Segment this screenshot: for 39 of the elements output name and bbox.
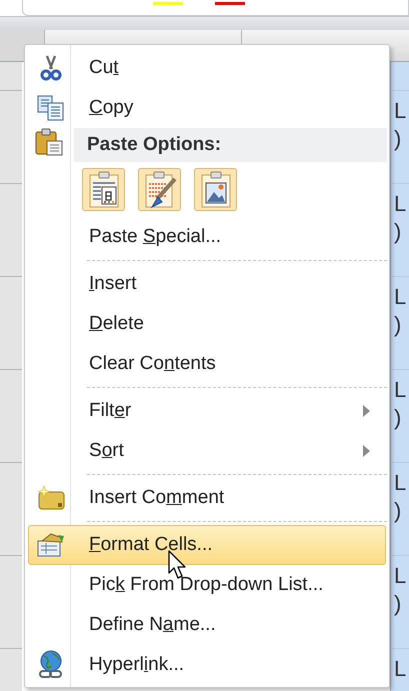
menu-section-header: Paste Options:: [74, 128, 387, 162]
menu-item[interactable]: Cut: [28, 48, 386, 88]
note-icon: [36, 485, 66, 511]
menu-item[interactable]: Delete: [28, 304, 386, 344]
paintbrush-icon: [142, 170, 176, 208]
menu-item[interactable]: Sort: [28, 431, 386, 471]
menu-item[interactable]: Hyperlink...: [28, 645, 386, 685]
clipboard-icon: [34, 128, 64, 156]
menu-item[interactable]: Pick From Drop-down List...: [28, 565, 386, 605]
cell-text: L: [394, 378, 408, 402]
clipboard-letter-icon: [86, 170, 120, 208]
menu-item[interactable]: Define Name...: [28, 605, 386, 645]
paste-option-button[interactable]: [82, 168, 125, 211]
cell-text: L: [394, 564, 408, 588]
cell-text: L: [394, 192, 408, 216]
menu-item[interactable]: Clear Contents: [28, 344, 386, 384]
menu-item[interactable]: Copy: [28, 88, 386, 128]
cell-text: ): [394, 592, 402, 616]
documents-icon: [37, 95, 65, 121]
cell-text: L: [394, 657, 408, 681]
menu-item[interactable]: Paste Special...: [28, 217, 386, 257]
menu-item[interactable]: Insert Comment: [28, 478, 386, 518]
globe-link-icon: [37, 650, 65, 680]
paste-option-button[interactable]: [194, 168, 237, 211]
cell-text: ): [394, 127, 402, 151]
menu-item[interactable]: Insert: [28, 264, 386, 304]
cell-text: ): [394, 499, 402, 523]
cell-text: L: [394, 99, 408, 123]
cell-text: L: [394, 471, 408, 495]
cell-text: ): [394, 220, 402, 244]
menu-item[interactable]: Format Cells...: [28, 525, 386, 565]
scissors-icon: [39, 55, 63, 81]
cell-text: L: [394, 285, 408, 309]
menu-item[interactable]: Filter: [28, 391, 386, 431]
format-cells-icon: [36, 532, 66, 558]
cell-text: ): [394, 406, 402, 430]
picture-icon: [198, 170, 232, 208]
paste-option-button[interactable]: [138, 168, 181, 211]
cell-text: ): [394, 313, 402, 337]
